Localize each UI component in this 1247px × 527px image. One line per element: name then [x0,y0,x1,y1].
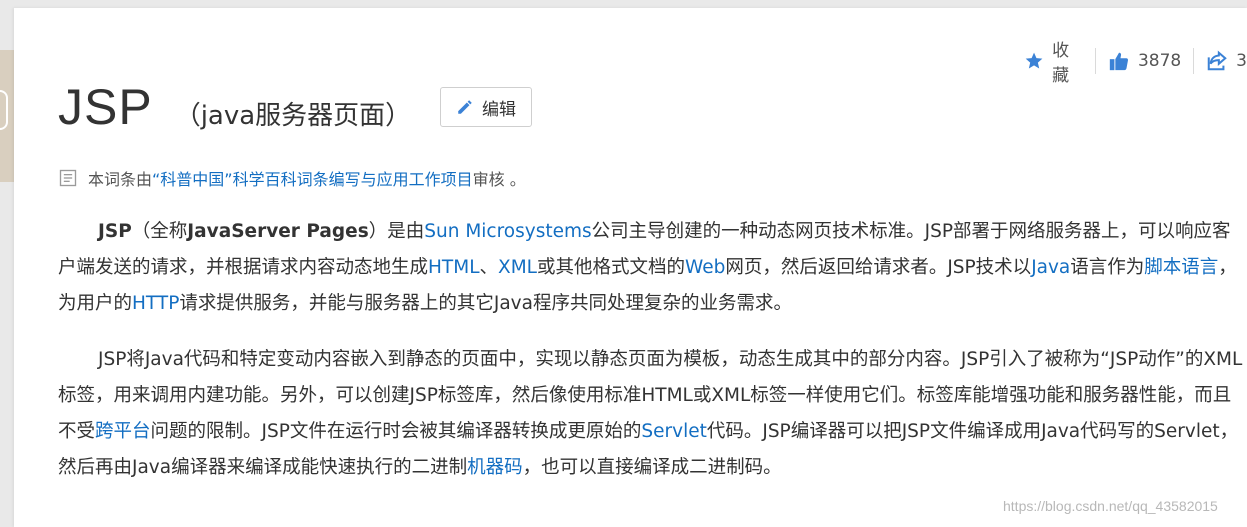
pencil-icon [458,100,472,114]
text-span: 、 [479,257,499,278]
text-span: 问题的限制。JSP文件在运行时会被其编译器转换成更原始的 [150,421,642,442]
text-span: ）是由 [368,221,425,242]
link-script-language[interactable]: 脚本语言 [1144,257,1218,278]
link-html[interactable]: HTML [428,257,479,278]
share-button[interactable]: 3 [1206,50,1247,72]
text-span: ，也可以直接编译成二进制码。 [522,457,782,478]
source-prefix: 本词条由 [88,170,153,189]
like-count: 3878 [1137,51,1182,71]
paragraph-2: JSP将Java代码和特定变动内容嵌入到静态的页面中，实现以静态页面为模板，动态… [58,342,1243,486]
edit-button-label: 编辑 [482,99,516,120]
link-sun-microsystems[interactable]: Sun Microsystems [424,221,591,242]
paragraph-1: JSP（全称JavaServer Pages）是由Sun Microsystem… [58,214,1243,322]
divider [1193,48,1195,74]
star-icon [1025,52,1043,69]
text-span: 请求提供服务，并能与服务器上的其它Java程序共同处理复杂的业务需求。 [179,293,792,314]
text-span: 语言作为 [1070,257,1145,278]
thumbs-up-icon [1109,52,1128,71]
title-sub: （java服务器页面） [174,101,412,131]
text-span: 或其他格式文档的 [536,257,685,278]
link-servlet[interactable]: Servlet [641,421,706,442]
side-tab-notch [0,90,8,130]
share-count: 3 [1236,51,1247,71]
term-full-name: JavaServer Pages [187,221,369,242]
text-span: 网页，然后返回给请求者。JSP技术以 [725,257,1032,278]
link-http[interactable]: HTTP [132,293,179,314]
page-title: JSP （java服务器页面） [58,78,411,136]
like-button[interactable]: 3878 [1108,50,1181,72]
link-cross-platform[interactable]: 跨平台 [95,421,151,442]
edit-button[interactable]: 编辑 [440,87,532,127]
term-jsp: JSP [98,221,132,242]
favorite-button[interactable]: 收藏 [1024,36,1083,86]
link-web[interactable]: Web [685,257,725,278]
link-xml[interactable]: XML [498,257,537,278]
source-link[interactable]: “科普中国”科学百科词条编写与应用工作项目 [152,166,473,190]
watermark: https://blog.csdn.net/qq_43582015 [1003,498,1218,514]
document-icon [59,169,77,187]
link-machine-code[interactable]: 机器码 [467,457,523,478]
review-source: 本词条由 “科普中国”科学百科词条编写与应用工作项目 审核 。 [58,166,526,190]
link-java[interactable]: Java [1031,257,1070,278]
share-icon [1207,50,1227,71]
source-suffix: 审核 。 [472,170,526,189]
title-main: JSP [58,79,153,135]
action-bar: 收藏 3878 3 [1024,41,1247,86]
side-tab[interactable] [0,50,14,182]
favorite-label: 收藏 [1052,41,1070,86]
text-span: （全称 [131,221,188,242]
divider [1095,48,1096,74]
